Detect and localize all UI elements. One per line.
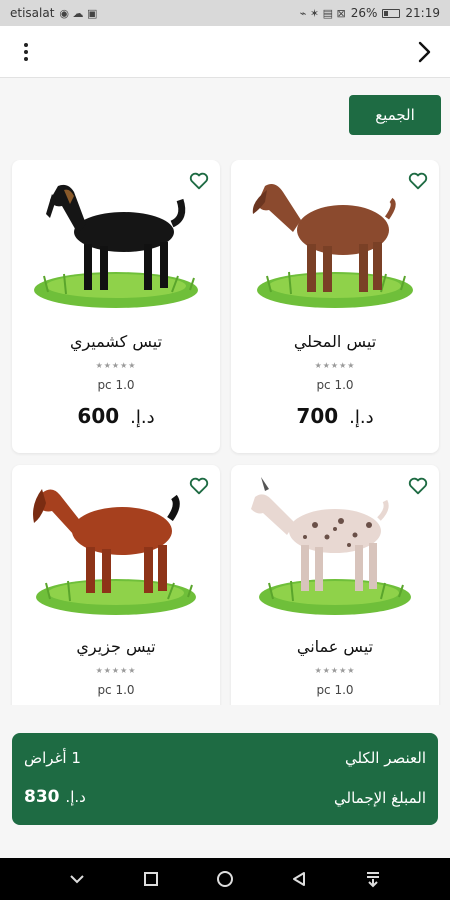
price-currency: د.إ. xyxy=(130,407,155,428)
chevron-down-icon[interactable] xyxy=(62,864,92,894)
product-unit: pc 1.0 xyxy=(97,683,135,697)
product-card[interactable]: تيس جزيري ★★★★★ pc 1.0 xyxy=(12,465,220,705)
product-card[interactable]: تيس المحلي ★★★★★ pc 1.0 د.إ. 700 xyxy=(231,160,439,453)
rating-stars: ★★★★★ xyxy=(314,361,356,370)
items-label: العنصر الكلي xyxy=(344,749,426,767)
home-icon[interactable] xyxy=(210,864,240,894)
more-vert-icon[interactable] xyxy=(14,39,38,65)
items-count: 1 أغراض xyxy=(24,749,81,767)
price-currency: د.إ. xyxy=(349,407,374,428)
carrier-label: etisalat xyxy=(10,6,55,20)
product-price: د.إ. 600 xyxy=(12,404,220,428)
heart-outline-icon[interactable] xyxy=(188,170,210,192)
price-value: 700 xyxy=(296,404,339,428)
cart-summary[interactable]: العنصر الكلي 1 أغراض المبلغ الإجمالي د.إ… xyxy=(12,733,438,825)
battery-percent: 26% xyxy=(350,6,378,20)
back-icon[interactable] xyxy=(284,864,314,894)
rating-stars: ★★★★★ xyxy=(95,666,137,675)
app-bar xyxy=(0,26,450,78)
filter-all-button[interactable]: الجميع xyxy=(349,95,441,135)
total-value: 830 xyxy=(24,787,60,807)
product-name: تيس كشميري xyxy=(69,332,163,351)
clock: 21:19 xyxy=(405,6,440,20)
product-unit: pc 1.0 xyxy=(316,378,354,392)
total-amount: د.إ. 830 xyxy=(24,787,90,807)
rating-stars: ★★★★★ xyxy=(314,666,356,675)
battery-icon xyxy=(382,8,401,18)
price-value: 600 xyxy=(77,404,120,428)
product-grid: تيس المحلي ★★★★★ pc 1.0 د.إ. 700 تيس كشم… xyxy=(0,160,450,705)
product-name: تيس المحلي xyxy=(293,332,377,351)
product-card[interactable]: تيس عماني ★★★★★ pc 1.0 xyxy=(231,465,439,705)
status-bar: etisalat ◉ ☁ ▣ ⌁ ✶ ▤ ⊠ 26% 21:19 xyxy=(0,0,450,26)
download-icon[interactable] xyxy=(358,864,388,894)
rating-stars: ★★★★★ xyxy=(95,361,137,370)
total-label: المبلغ الإجمالي xyxy=(334,789,426,807)
product-unit: pc 1.0 xyxy=(316,683,354,697)
system-icons: ⌁ ✶ ▤ ⊠ xyxy=(299,6,346,20)
recents-icon[interactable] xyxy=(136,864,166,894)
product-name: تيس عماني xyxy=(296,637,374,656)
heart-outline-icon[interactable] xyxy=(188,475,210,497)
total-currency: د.إ. xyxy=(65,788,86,806)
system-nav-bar xyxy=(0,858,450,900)
heart-outline-icon[interactable] xyxy=(407,475,429,497)
notification-icons: ◉ ☁ ▣ xyxy=(59,6,98,20)
chevron-right-icon[interactable] xyxy=(412,40,436,64)
heart-outline-icon[interactable] xyxy=(407,170,429,192)
product-card[interactable]: تيس كشميري ★★★★★ pc 1.0 د.إ. 600 xyxy=(12,160,220,453)
product-name: تيس جزيري xyxy=(76,637,156,656)
product-price: د.إ. 700 xyxy=(231,404,439,428)
product-unit: pc 1.0 xyxy=(97,378,135,392)
